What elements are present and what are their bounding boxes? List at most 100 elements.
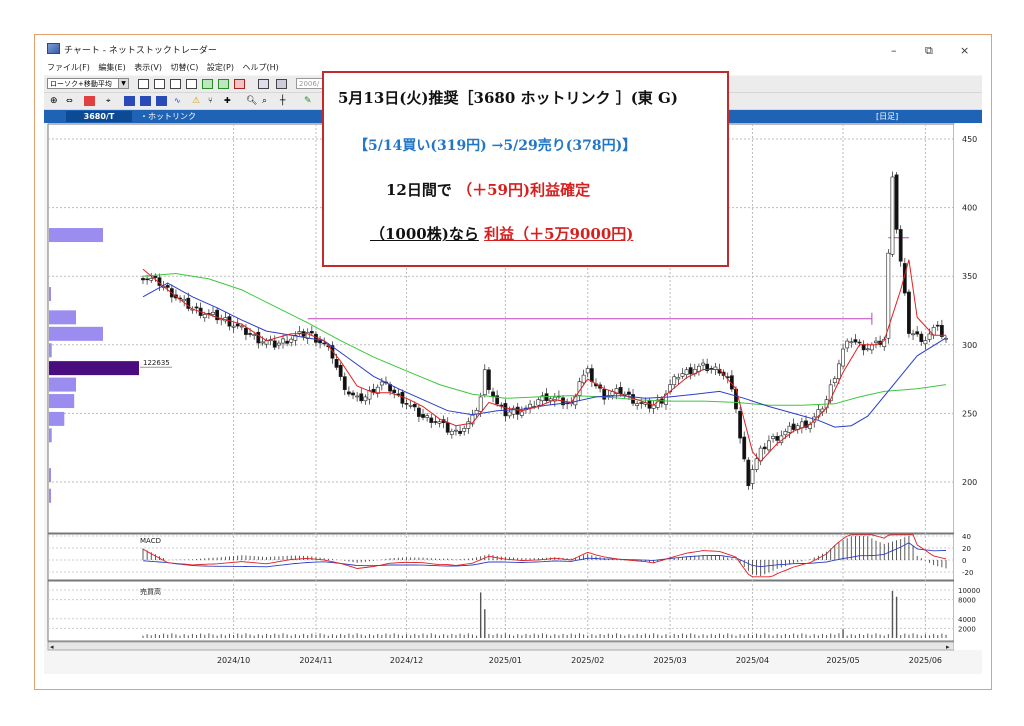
candle-body bbox=[758, 447, 763, 462]
candle-body bbox=[911, 333, 915, 336]
candle-body bbox=[239, 325, 244, 328]
price-tick-label: 300 bbox=[962, 341, 977, 350]
date-tick-label: 2025/02 bbox=[571, 656, 604, 665]
candle-body bbox=[417, 407, 421, 417]
price-tick-label: 200 bbox=[962, 478, 977, 487]
candle-body bbox=[672, 376, 677, 386]
candle-body bbox=[935, 324, 940, 327]
candle-body bbox=[412, 403, 417, 408]
candle-body bbox=[832, 378, 837, 383]
candle-body bbox=[585, 368, 590, 374]
candle-body bbox=[215, 309, 220, 321]
volume-tick-label: 4000 bbox=[958, 616, 976, 624]
candle-body bbox=[408, 405, 413, 407]
candle-body bbox=[544, 393, 549, 401]
candle-body bbox=[244, 327, 248, 335]
date-tick-label: 2025/01 bbox=[489, 656, 522, 665]
date-tick-label: 2024/10 bbox=[217, 656, 250, 665]
candle-body bbox=[248, 333, 252, 335]
candle-body bbox=[145, 278, 150, 281]
candle-body bbox=[701, 362, 705, 366]
candle-body bbox=[890, 176, 895, 255]
date-tick-label: 2025/05 bbox=[826, 656, 859, 665]
callout-shares-profit: 利益（＋5万9000円) bbox=[484, 225, 634, 243]
profile-peak-label: 122635 bbox=[143, 359, 170, 367]
candle-body bbox=[272, 340, 277, 348]
scroll-left-icon: ◂ bbox=[50, 643, 54, 651]
candle-body bbox=[783, 431, 788, 436]
candle-body bbox=[775, 436, 780, 441]
candle-body bbox=[355, 395, 360, 398]
candle-body bbox=[281, 338, 285, 344]
horizontal-scrollbar bbox=[47, 641, 955, 651]
candle-body bbox=[462, 428, 467, 432]
candle-body bbox=[425, 415, 430, 418]
volume-tick-label: 10000 bbox=[958, 587, 980, 595]
candle-body bbox=[149, 278, 154, 281]
candle-body bbox=[676, 377, 681, 380]
candle-body bbox=[264, 340, 269, 345]
candle-body bbox=[458, 430, 462, 434]
candle-body bbox=[771, 436, 775, 439]
candle-body bbox=[898, 229, 903, 262]
candle-body bbox=[231, 325, 236, 328]
candle-body bbox=[404, 403, 409, 405]
candle-body bbox=[478, 396, 483, 412]
candle-body bbox=[865, 348, 870, 351]
candle-body bbox=[742, 436, 747, 460]
recommendation-callout: 5月13日(火)推奨［3680 ホットリンク ］(東 G) 【5/14買い(31… bbox=[322, 71, 729, 267]
candle-body bbox=[433, 421, 438, 423]
candle-body bbox=[507, 411, 512, 417]
candle-body bbox=[923, 340, 928, 345]
date-tick-label: 2024/11 bbox=[299, 656, 332, 665]
volume-title: 売買高 bbox=[140, 587, 161, 596]
candle-body bbox=[894, 174, 899, 230]
candle-body bbox=[861, 344, 866, 351]
candle-body bbox=[211, 311, 215, 315]
candle-body bbox=[791, 423, 796, 430]
candle-body bbox=[754, 458, 759, 470]
candle-body bbox=[857, 341, 862, 344]
candle-body bbox=[289, 338, 294, 343]
callout-title: 5月13日(火)推奨［3680 ホットリンク ］(東 G) bbox=[338, 89, 678, 107]
candle-body bbox=[627, 391, 631, 395]
candle-body bbox=[602, 389, 607, 400]
candle-body bbox=[845, 340, 850, 349]
candle-body bbox=[738, 410, 743, 439]
candle-body bbox=[322, 342, 327, 345]
price-tick-label: 400 bbox=[962, 204, 977, 213]
candle-body bbox=[346, 391, 351, 395]
candle-body bbox=[297, 331, 302, 334]
candle-body bbox=[235, 323, 240, 327]
candle-body bbox=[141, 278, 145, 281]
candle-body bbox=[767, 440, 771, 451]
candle-body bbox=[256, 331, 261, 344]
candle-body bbox=[309, 331, 314, 334]
candle-body bbox=[285, 340, 290, 344]
callout-days-text: 12日間で bbox=[386, 181, 452, 199]
callout-days-profit: （＋59円)利益確定 bbox=[457, 181, 591, 199]
candle-body bbox=[915, 331, 920, 335]
candle-body bbox=[421, 414, 425, 418]
candle-body bbox=[379, 381, 384, 386]
candle-body bbox=[429, 417, 434, 423]
candle-body bbox=[639, 402, 644, 404]
candle-body bbox=[869, 344, 874, 351]
volume-tick-label: 2000 bbox=[958, 625, 976, 633]
candle-body bbox=[503, 403, 508, 417]
date-tick-label: 2025/03 bbox=[653, 656, 686, 665]
candle-body bbox=[688, 367, 693, 375]
callout-trade: 【5/14買い(319円) →5/29売り(378円)】 bbox=[354, 138, 637, 154]
volume-profile-bar bbox=[49, 361, 139, 376]
price-tick-label: 350 bbox=[962, 272, 977, 281]
candle-body bbox=[194, 306, 199, 309]
macd-title: MACD bbox=[140, 537, 161, 545]
candle-body bbox=[618, 387, 623, 395]
candle-body bbox=[853, 339, 858, 343]
candle-body bbox=[363, 396, 368, 402]
price-tick-label: 250 bbox=[962, 409, 977, 418]
callout-shares: （1000株)なら 利益（＋5万9000円) bbox=[370, 223, 633, 244]
candle-body bbox=[202, 314, 207, 319]
candle-body bbox=[491, 391, 495, 398]
candle-body bbox=[849, 341, 854, 344]
